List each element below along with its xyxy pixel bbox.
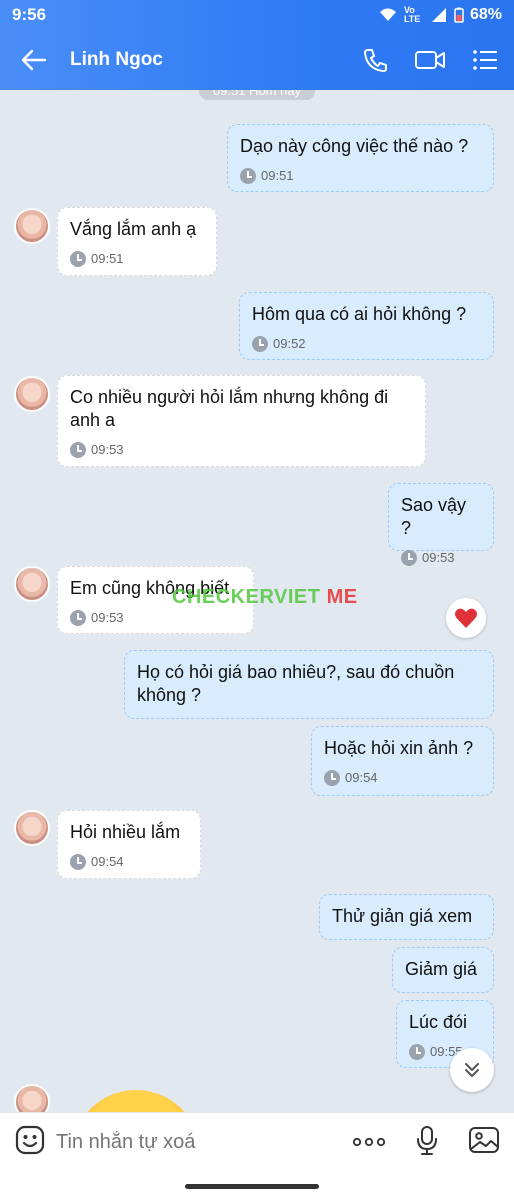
time-label: 09:53	[91, 610, 124, 625]
message-time: 09:53	[70, 606, 241, 629]
message-text: Dạo này công việc thế nào ?	[240, 136, 469, 156]
menu-button[interactable]	[472, 49, 498, 71]
message-text: Giảm giá	[405, 959, 478, 979]
outgoing-message[interactable]: Hôm qua có ai hỏi không ? 09:52	[239, 292, 494, 360]
voice-button[interactable]	[416, 1125, 438, 1160]
avatar[interactable]	[14, 810, 50, 846]
reaction-button[interactable]	[446, 598, 486, 638]
watermark-suffix: ME	[326, 586, 358, 608]
status-bar: 9:56 Vo LTE 68%	[0, 0, 514, 30]
home-gesture-handle[interactable]	[185, 1184, 319, 1189]
composer-bar	[0, 1112, 514, 1172]
time-label: 09:52	[273, 336, 306, 351]
outgoing-message[interactable]: Hoặc hỏi xin ảnh ? 09:54	[311, 726, 494, 796]
time-label: 09:54	[91, 854, 124, 869]
message-time: 09:54	[70, 850, 188, 873]
contact-name[interactable]: Linh Ngoc	[70, 49, 362, 71]
outgoing-message[interactable]: Thử giản giá xem	[319, 894, 494, 940]
chat-toolbar: Linh Ngoc	[0, 30, 514, 90]
video-camera-icon	[415, 51, 445, 69]
battery-icon	[454, 7, 464, 23]
message-text: Họ có hỏi giá bao nhiêu?, sau đó chuồn k…	[137, 662, 455, 705]
list-menu-icon	[473, 50, 497, 70]
time-label: 09:53	[91, 442, 124, 457]
outgoing-message[interactable]: Dạo này công việc thế nào ? 09:51	[227, 124, 494, 192]
time-label: 09:53	[422, 550, 455, 565]
message-text: Hoặc hỏi xin ảnh ?	[324, 738, 474, 758]
network-label: Vo LTE	[403, 5, 421, 24]
battery-level: 68%	[469, 6, 502, 23]
message-list[interactable]: 09:51 Hôm nay Dạo này công việc thế nào …	[0, 90, 514, 1112]
status-icons: Vo LTE 68%	[378, 6, 502, 24]
incoming-message[interactable]: Co nhiều người hỏi lắm nhưng không đi an…	[57, 375, 426, 467]
message-time: 09:54	[324, 766, 481, 789]
timer-icon	[70, 853, 86, 870]
message-text: Thử giản giá xem	[332, 906, 473, 926]
timer-icon	[324, 769, 340, 786]
message-input[interactable]	[56, 1131, 352, 1154]
time-label: 09:51	[91, 251, 124, 266]
video-call-button[interactable]	[414, 48, 446, 72]
signal-icon	[430, 7, 448, 23]
timer-icon	[401, 549, 417, 566]
emoji-icon	[15, 1125, 45, 1155]
call-button[interactable]	[362, 47, 388, 73]
sticker-image[interactable]	[72, 1090, 200, 1112]
time-label: 09:51	[261, 168, 294, 183]
status-time: 9:56	[12, 5, 47, 24]
outgoing-message[interactable]: Sao vậy ? 09:53	[388, 483, 494, 566]
incoming-message[interactable]: Hỏi nhiều lắm 09:54	[57, 810, 201, 879]
timer-icon	[70, 250, 86, 267]
heart-icon	[454, 608, 478, 628]
timer-icon	[70, 441, 86, 458]
avatar[interactable]	[14, 208, 50, 244]
app-header: 9:56 Vo LTE 68% Linh Ngoc	[0, 0, 514, 90]
message-time: 09:53	[401, 546, 481, 569]
timer-icon	[70, 609, 86, 626]
system-nav-bar	[0, 1172, 514, 1201]
outgoing-message[interactable]: Giảm giá	[392, 947, 494, 993]
message-text: Vắng lắm anh ạ	[70, 219, 197, 239]
phone-icon	[364, 49, 387, 72]
message-time: 09:51	[240, 164, 481, 187]
back-button[interactable]	[10, 36, 58, 84]
gallery-button[interactable]	[468, 1126, 500, 1159]
timer-icon	[240, 167, 256, 184]
message-text: Co nhiều người hỏi lắm nhưng không đi an…	[70, 387, 389, 430]
time-label: 09:54	[345, 770, 378, 785]
chevron-double-down-icon	[465, 1063, 479, 1077]
outgoing-message[interactable]: Họ có hỏi giá bao nhiêu?, sau đó chuồn k…	[124, 650, 494, 719]
image-icon	[469, 1127, 499, 1153]
message-time: 09:52	[252, 332, 481, 355]
more-dots-icon	[352, 1137, 386, 1146]
avatar[interactable]	[14, 566, 50, 602]
arrow-left-icon	[21, 49, 47, 71]
incoming-message[interactable]: Vắng lắm anh ạ 09:51	[57, 207, 217, 276]
timer-icon	[252, 335, 268, 352]
message-time: 09:51	[70, 247, 204, 270]
message-text: Sao vậy ?	[401, 495, 472, 538]
avatar[interactable]	[14, 1084, 50, 1112]
microphone-icon	[417, 1126, 437, 1155]
message-text: Hôm qua có ai hỏi không ?	[252, 304, 467, 324]
emoji-button[interactable]	[14, 1124, 46, 1161]
wifi-icon	[378, 7, 398, 23]
avatar[interactable]	[14, 376, 50, 412]
date-separator: 09:51 Hôm nay	[199, 90, 315, 100]
message-time: 09:53	[70, 438, 413, 461]
watermark-text: CHECKERVIET	[172, 586, 321, 608]
scroll-to-bottom-button[interactable]	[450, 1048, 494, 1092]
message-text: Lúc đói	[409, 1012, 468, 1032]
message-text: Hỏi nhiều lắm	[70, 822, 181, 842]
watermark: CHECKERVIET ME	[172, 586, 358, 609]
timer-icon	[409, 1043, 425, 1060]
more-button[interactable]	[352, 1134, 386, 1152]
